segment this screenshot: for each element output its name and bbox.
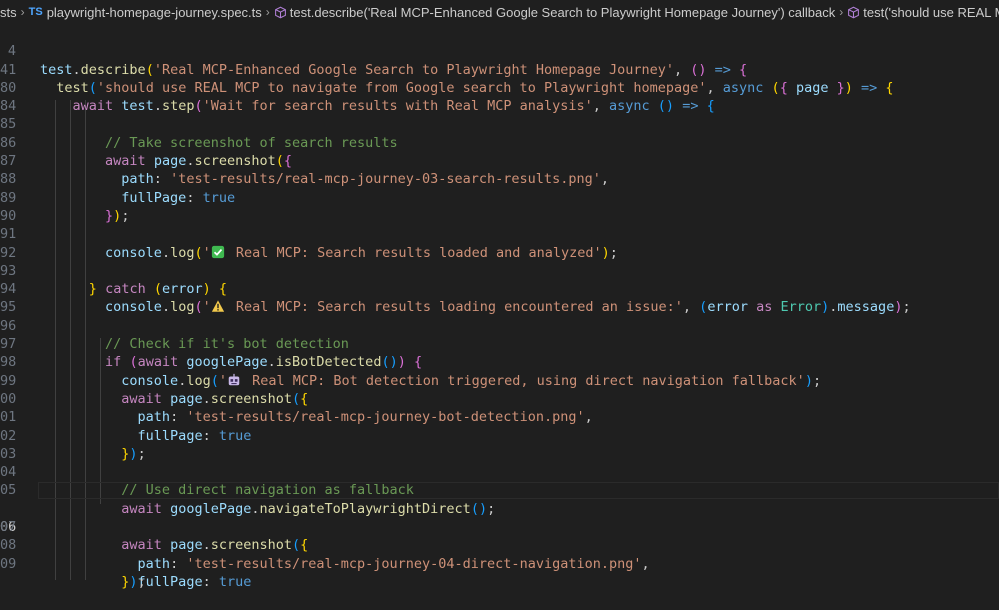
code-line: 03 <box>0 427 999 462</box>
chevron-right-icon: › <box>20 5 25 19</box>
code-line: 85 // Take screenshot of search results <box>0 97 999 150</box>
chevron-right-icon: › <box>265 5 270 19</box>
code-line: 84 <box>0 79 999 114</box>
code-line: 08 path: 'test-results/real-mcp-journey-… <box>0 518 999 571</box>
current-line-highlight <box>38 481 999 499</box>
code-line: 4 test.describe('Real MCP-Enhanced Googl… <box>0 24 999 77</box>
code-text: }); <box>121 573 146 590</box>
code-line: 92 <box>0 225 999 261</box>
code-line: 90 <box>0 189 999 224</box>
chevron-right-icon: › <box>839 5 844 19</box>
breadcrumb-folder[interactable]: sts <box>0 5 17 20</box>
code-line: 01 fullPage: true <box>0 390 999 443</box>
current-line[interactable]: 06 <box>0 481 999 535</box>
breadcrumb: sts › TS playwright-homepage-journey.spe… <box>0 0 999 24</box>
code-line: 89 }); <box>0 170 999 224</box>
breadcrumb-file-label: playwright-homepage-journey.spec.ts <box>46 4 262 20</box>
code-line: 98 console.log(' Real MCP: Bot detection… <box>0 335 999 388</box>
code-line: 97 if (await googlePage.isBotDetected())… <box>0 317 999 370</box>
symbol-method-icon <box>848 6 860 18</box>
breadcrumb-describe-label: test.describe('Real MCP-Enhanced Google … <box>289 4 836 20</box>
code-line: 94 console.log(' Real MCP: Search result… <box>0 262 999 315</box>
code-line: 07 await page.screenshot({ <box>0 500 999 553</box>
code-line: 00 path: 'test-results/real-mcp-journey-… <box>0 372 999 425</box>
code-line: 88 fullPage: true <box>0 152 999 205</box>
code-line: 80 await test.step('Wait for search resu… <box>0 61 999 114</box>
symbol-method-icon <box>274 6 286 18</box>
code-line: 02 }); <box>0 408 999 462</box>
code-line: }); <box>0 555 999 590</box>
code-line: 87 path: 'test-results/real-mcp-journey-… <box>0 134 999 187</box>
code-line: 96 // Check if it's bot detection <box>0 299 999 352</box>
code-line: 86 await page.screenshot({ <box>0 116 999 169</box>
code-line: 04 // Use direct navigation as fallback <box>0 445 999 498</box>
code-line: 95 <box>0 280 999 315</box>
breadcrumb-test[interactable]: test('should use REAL MCP to <box>847 5 999 20</box>
code-line: 41 test('should use REAL MCP to navigate… <box>0 42 999 96</box>
code-line: 93 } catch (error) { <box>0 244 999 297</box>
code-line: 91 console.log(' Real MCP: Search result… <box>0 207 999 260</box>
breadcrumb-describe[interactable]: test.describe('Real MCP-Enhanced Google … <box>274 5 835 20</box>
breadcrumb-folder-label: sts <box>0 4 17 20</box>
code-line: 05 await googlePage.navigateToPlaywright… <box>0 463 999 516</box>
code-line: 99 await page.screenshot({ <box>0 353 999 407</box>
breadcrumb-file[interactable]: TS playwright-homepage-journey.spec.ts <box>29 5 262 20</box>
code-line: 09 fullPage: true <box>0 536 999 590</box>
code-editor[interactable]: 4 test.describe('Real MCP-Enhanced Googl… <box>0 24 999 590</box>
typescript-file-icon: TS <box>28 6 43 18</box>
breadcrumb-test-label: test('should use REAL MCP to <box>863 4 999 20</box>
